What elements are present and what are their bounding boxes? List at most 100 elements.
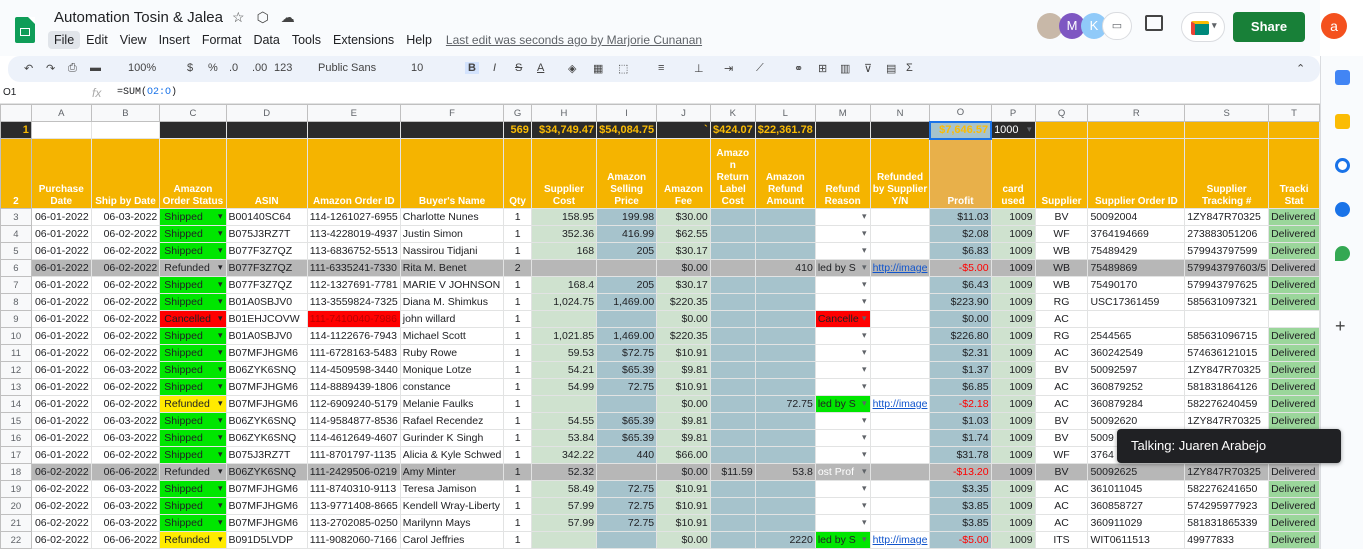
supplier-cost-cell[interactable]: 59.53	[530, 344, 598, 362]
supplier-cell[interactable]: BV	[1034, 412, 1089, 430]
order-id-cell[interactable]: 113-4228019-4937	[306, 225, 401, 243]
amazon-fee-cell[interactable]: $10.91	[656, 344, 711, 362]
refund-reason-dropdown[interactable]	[814, 361, 871, 379]
refunded-by-supplier-cell[interactable]	[869, 446, 931, 464]
supplier-cell[interactable]: WB	[1034, 242, 1089, 260]
ship-by-date-cell[interactable]: 06-02-2022	[90, 378, 161, 396]
supplier-cell[interactable]: RG	[1034, 327, 1089, 345]
selling-price-cell[interactable]: 72.75	[596, 480, 658, 498]
selling-price-cell[interactable]: $65.39	[596, 412, 658, 430]
tracking-status-cell[interactable]: Delivered	[1268, 412, 1320, 430]
supplier-cell[interactable]: BV	[1034, 361, 1089, 379]
selling-price-cell[interactable]: 72.75	[596, 378, 658, 396]
decrease-decimal-button[interactable]: .0	[229, 62, 238, 74]
supplier-cost-cell[interactable]: 53.84	[530, 429, 598, 447]
refund-reason-dropdown[interactable]	[814, 412, 871, 430]
order-id-cell[interactable]: 114-1122676-7943	[306, 327, 401, 345]
card-used-cell[interactable]: 1009	[990, 497, 1036, 515]
qty-cell[interactable]: 1	[503, 497, 532, 515]
tracking-number-cell[interactable]	[1184, 310, 1270, 328]
buyer-name-cell[interactable]: Charlotte Nunes	[399, 208, 505, 226]
qty-cell[interactable]: 1	[503, 514, 532, 532]
supplier-cost-cell[interactable]: 1,021.85	[530, 327, 598, 345]
ship-by-date-cell[interactable]: 06-03-2022	[90, 361, 161, 379]
return-label-cost-cell[interactable]	[709, 361, 756, 379]
asin-cell[interactable]: B00140SC64	[225, 208, 308, 226]
summary-cell[interactable]	[30, 121, 92, 139]
column-header[interactable]: O	[929, 104, 992, 122]
tracking-number-cell[interactable]: 581831865339	[1184, 514, 1270, 532]
amazon-fee-cell[interactable]: $9.81	[656, 361, 711, 379]
selling-price-cell[interactable]	[596, 259, 658, 277]
card-used-cell[interactable]: 1009	[990, 242, 1036, 260]
purchase-date-cell[interactable]: 06-01-2022	[30, 412, 92, 430]
table-row[interactable]: 1506-01-202206-03-2022ShippedB06ZYK6SNQ1…	[0, 412, 1320, 430]
supplier-cost-cell[interactable]	[530, 531, 598, 549]
tracking-number-cell[interactable]: 1ZY847R70325	[1184, 412, 1270, 430]
column-header[interactable]: Q	[1034, 104, 1089, 122]
summary-cell[interactable]: $424.07	[709, 121, 756, 139]
undo-icon[interactable]: ↶	[24, 62, 33, 75]
order-status-dropdown[interactable]: Refunded	[159, 463, 227, 481]
summary-cell[interactable]	[869, 121, 931, 139]
profit-cell[interactable]: $2.31	[929, 344, 992, 362]
return-label-cost-cell[interactable]	[709, 531, 756, 549]
tracking-status-cell[interactable]	[1268, 310, 1320, 328]
row-header[interactable]: 14	[0, 395, 32, 413]
selling-price-cell[interactable]	[596, 531, 658, 549]
refund-reason-dropdown[interactable]: Cancelle	[814, 310, 871, 328]
amazon-fee-cell[interactable]: $66.00	[656, 446, 711, 464]
summary-cell[interactable]	[1034, 121, 1089, 139]
supplier-cell[interactable]: AC	[1034, 497, 1089, 515]
tracking-status-cell[interactable]: Delivered	[1268, 463, 1320, 481]
return-label-cost-cell[interactable]	[709, 446, 756, 464]
table-row[interactable]: 1006-01-202206-02-2022ShippedB01A0SBJV01…	[0, 327, 1320, 345]
tracking-number-cell[interactable]: 579943797625	[1184, 276, 1270, 294]
refund-reason-dropdown[interactable]: led by S	[814, 395, 871, 413]
supplier-cell[interactable]: AC	[1034, 344, 1089, 362]
amazon-fee-cell[interactable]: $10.91	[656, 378, 711, 396]
supplier-cell[interactable]: BV	[1034, 429, 1089, 447]
purchase-date-cell[interactable]: 06-01-2022	[30, 344, 92, 362]
tracking-number-cell[interactable]: 1ZY847R70325	[1184, 361, 1270, 379]
supplier-cell[interactable]: AC	[1034, 378, 1089, 396]
purchase-date-cell[interactable]: 06-02-2022	[30, 497, 92, 515]
supplier-cell[interactable]: WB	[1034, 259, 1089, 277]
column-header[interactable]: G	[503, 104, 532, 122]
return-label-cost-cell[interactable]	[709, 293, 756, 311]
return-label-cost-cell[interactable]	[709, 412, 756, 430]
summary-cell[interactable]	[1184, 121, 1270, 139]
purchase-date-cell[interactable]: 06-01-2022	[30, 378, 92, 396]
selling-price-cell[interactable]	[596, 395, 658, 413]
qty-cell[interactable]: 1	[503, 242, 532, 260]
return-label-cost-cell[interactable]	[709, 429, 756, 447]
column-title[interactable]: Amazo n Return Label Cost	[709, 138, 756, 209]
name-box[interactable]: O1	[3, 87, 16, 98]
qty-cell[interactable]: 1	[503, 446, 532, 464]
card-used-cell[interactable]: 1009	[990, 327, 1036, 345]
asin-cell[interactable]: B07MFJHGM6	[225, 497, 308, 515]
column-title[interactable]: Amazon Selling Price	[596, 138, 658, 209]
table-row[interactable]: 2006-02-202206-03-2022ShippedB07MFJHGM61…	[0, 497, 1320, 515]
tracking-number-cell[interactable]: 49977833	[1184, 531, 1270, 549]
tracking-number-cell[interactable]: 585631097321	[1184, 293, 1270, 311]
purchase-date-cell[interactable]: 06-02-2022	[30, 514, 92, 532]
tracking-status-cell[interactable]: Delivered	[1268, 514, 1320, 532]
buyer-name-cell[interactable]: Gurinder K Singh	[399, 429, 505, 447]
refunded-by-supplier-cell[interactable]	[869, 480, 931, 498]
order-status-dropdown[interactable]: Shipped	[159, 514, 227, 532]
supplier-cell[interactable]: ITS	[1034, 531, 1089, 549]
column-title[interactable]: Purchase Date	[30, 138, 92, 209]
order-status-dropdown[interactable]: Shipped	[159, 208, 227, 226]
profit-cell[interactable]: $223.90	[929, 293, 992, 311]
return-label-cost-cell[interactable]	[709, 208, 756, 226]
summary-cell[interactable]: $7,646.57	[928, 120, 993, 140]
refund-reason-dropdown[interactable]	[814, 208, 871, 226]
font-select[interactable]: Public Sans	[318, 62, 376, 74]
column-header[interactable]: N	[869, 104, 931, 122]
summary-cell[interactable]	[814, 121, 871, 139]
selling-price-cell[interactable]: 1,469.00	[596, 327, 658, 345]
refunded-by-supplier-cell[interactable]	[869, 412, 931, 430]
supplier-cell[interactable]: AC	[1034, 310, 1089, 328]
amazon-fee-cell[interactable]: $10.91	[656, 514, 711, 532]
